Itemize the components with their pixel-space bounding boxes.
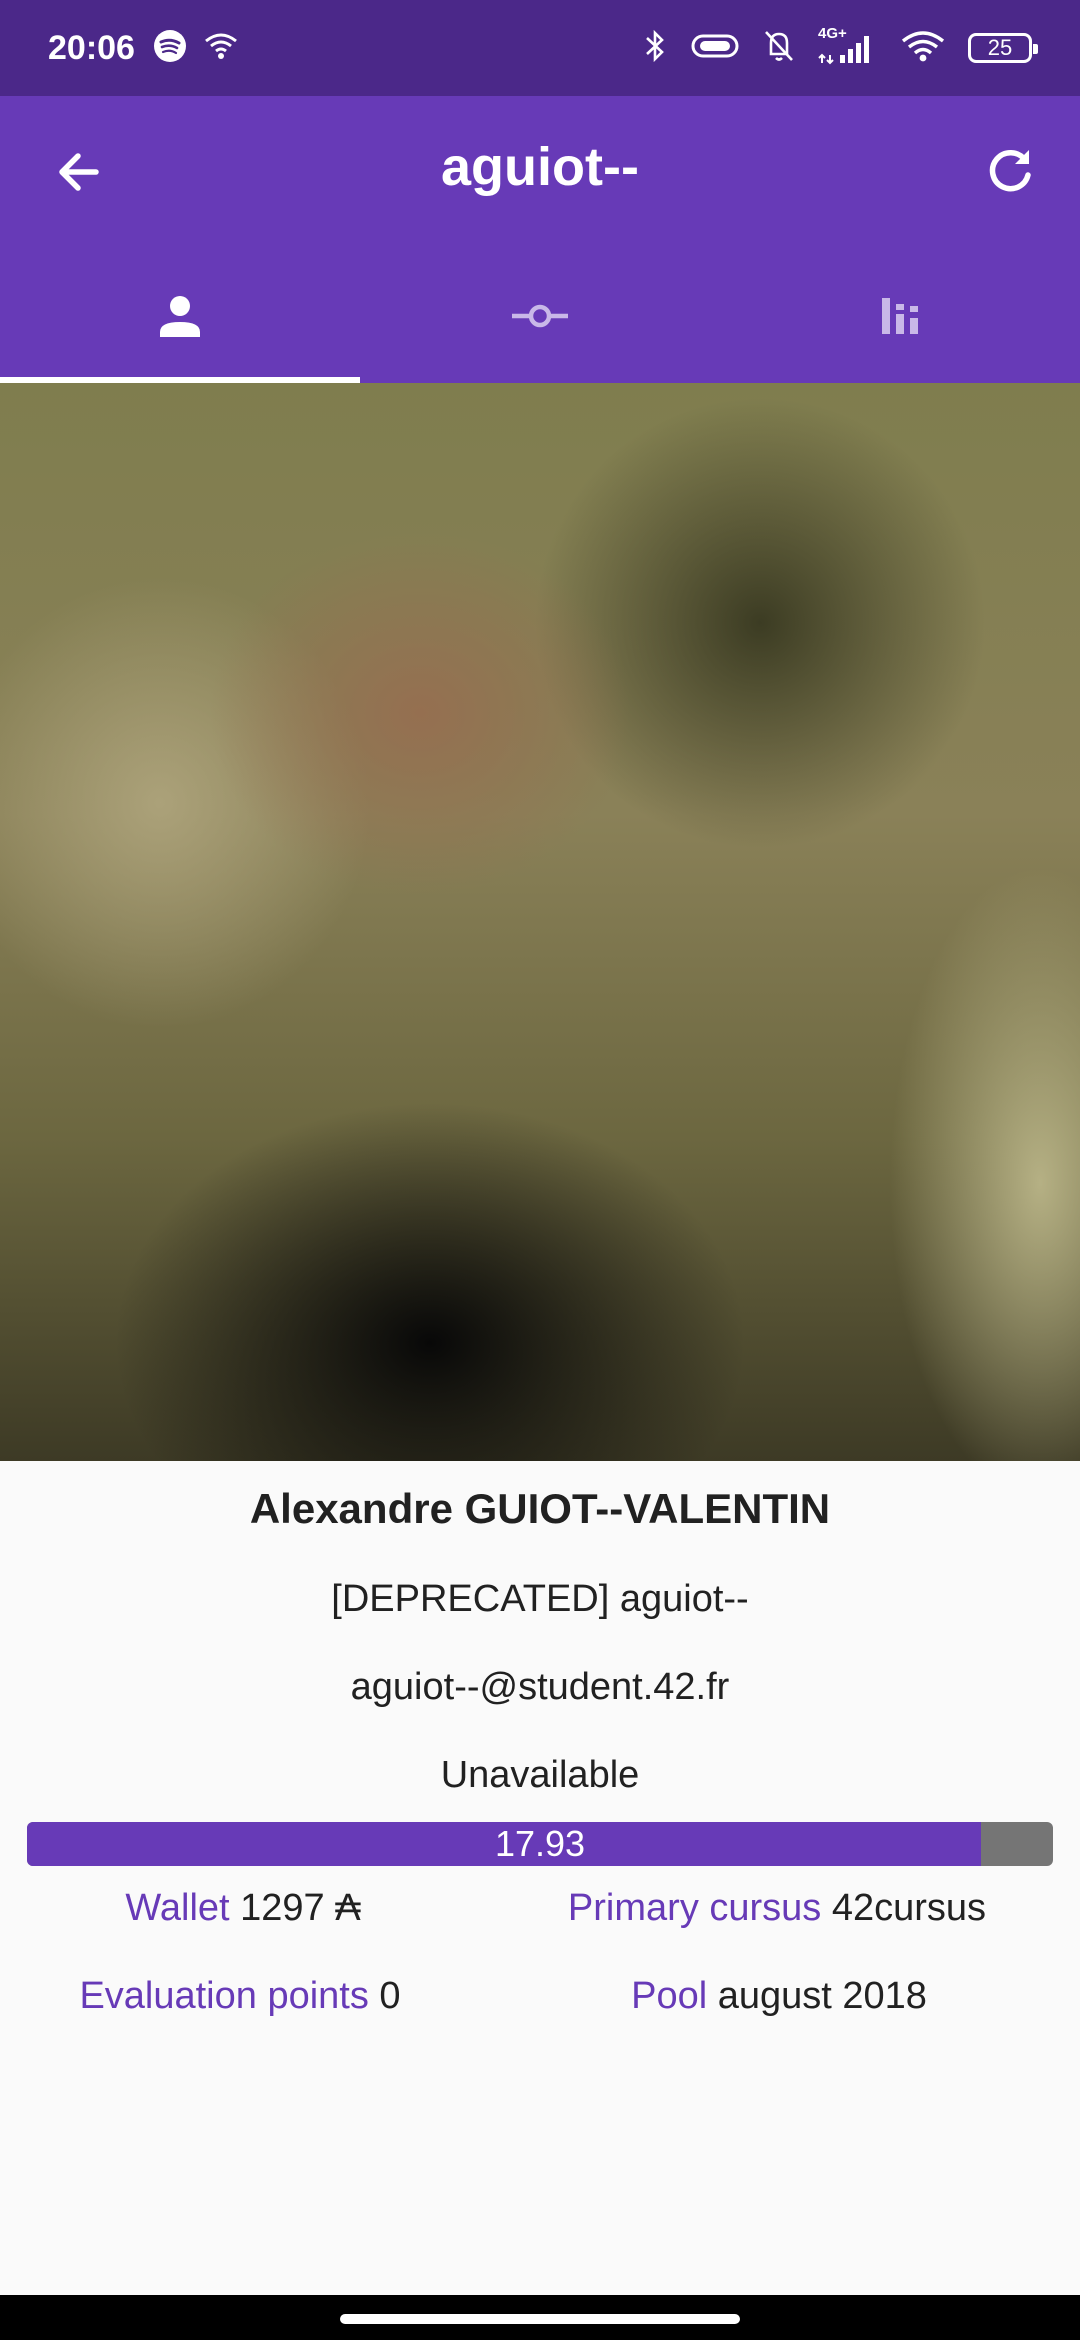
commit-icon xyxy=(512,304,568,327)
refresh-icon xyxy=(989,149,1031,192)
primary-cursus-stat: Primary cursus 42cursus xyxy=(568,1887,986,1930)
app-bar: aguiot-- xyxy=(0,96,1080,248)
status-bar: 20:06 4G+ 25 xyxy=(0,0,1080,96)
signal-icon: 4G+ xyxy=(818,25,878,65)
wallet-stat: Wallet 1297 ₳ xyxy=(125,1887,360,1930)
refresh-button[interactable] xyxy=(970,132,1050,212)
wifi-calling-icon xyxy=(203,31,239,66)
evaluation-points-value: 0 xyxy=(379,1975,401,2017)
full-name: Alexandre GUIOT--VALENTIN xyxy=(249,1485,831,1532)
tab-profile[interactable] xyxy=(0,248,360,383)
tab-projects[interactable] xyxy=(360,248,720,383)
spotify-icon xyxy=(153,29,187,68)
evaluation-points-stat: Evaluation points 0 xyxy=(79,1975,400,2018)
pool-value: august 2018 xyxy=(717,1975,927,2017)
display-login: [DEPRECATED] aguiot-- xyxy=(331,1578,749,1620)
network-type: 4G+ xyxy=(818,25,847,42)
bar-chart-icon xyxy=(882,297,918,334)
primary-cursus-label: Primary cursus xyxy=(567,1887,822,1929)
battery-icon: 25 xyxy=(968,33,1038,63)
level-progress-bar: 17.93 xyxy=(27,1822,1053,1866)
bluetooth-icon xyxy=(642,28,668,69)
primary-cursus-value: 42cursus xyxy=(831,1887,987,1929)
evaluation-points-label: Evaluation points xyxy=(79,1975,369,2017)
pool-label: Pool xyxy=(631,1975,708,2017)
status-right-icons: 4G+ 25 xyxy=(642,25,1038,69)
location-status: Unavailable xyxy=(440,1754,640,1796)
tab-stats[interactable] xyxy=(720,248,1080,383)
battery-level: 25 xyxy=(987,35,1013,60)
wallet-value: 1297 ₳ xyxy=(240,1887,361,1929)
level-value: 17.93 xyxy=(494,1823,586,1864)
person-icon xyxy=(160,295,200,337)
status-left-icons xyxy=(153,29,239,68)
wallet-label: Wallet xyxy=(125,1887,230,1929)
profile-photo xyxy=(0,383,1080,1461)
page-title: aguiot-- xyxy=(441,137,639,197)
wifi-icon xyxy=(900,29,946,68)
tab-bar xyxy=(0,248,1080,383)
email[interactable]: aguiot--@student.42.fr xyxy=(0,1666,1080,1709)
pool-stat: Pool august 2018 xyxy=(631,1975,927,2018)
notifications-off-icon xyxy=(762,28,796,69)
vibrate-icon xyxy=(690,31,740,66)
status-time: 20:06 xyxy=(48,28,135,67)
home-indicator[interactable] xyxy=(340,2314,740,2324)
